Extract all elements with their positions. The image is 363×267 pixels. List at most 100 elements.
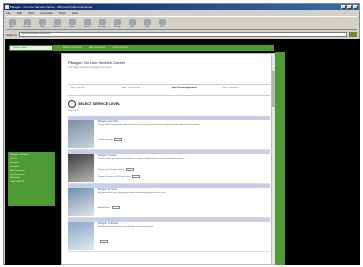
page-subtitle: Your Fleet account management center	[68, 66, 112, 69]
history-button[interactable]: History	[111, 19, 123, 28]
option-label: Add At Home	[98, 206, 110, 209]
menu-help[interactable]: Help	[72, 11, 78, 15]
step-2[interactable]: Step 2 Choose Level	[119, 85, 170, 95]
menu-edit[interactable]: Edit	[17, 11, 22, 15]
site-navbar: Pikagon Online SIGN UP FOR FREE ABOUT PI…	[9, 45, 274, 51]
service-thumbnail	[68, 120, 94, 148]
option-select[interactable]	[100, 240, 108, 243]
nav-about[interactable]: ABOUT PIKAGON	[89, 47, 106, 49]
login-line[interactable]: Need help?	[10, 177, 53, 180]
login-line: 1-800-555-0199	[10, 181, 25, 184]
close-button[interactable]	[353, 5, 358, 9]
mail-icon	[128, 19, 136, 25]
favorites-button[interactable]: Favorites	[96, 19, 108, 28]
right-rail	[275, 52, 285, 265]
page-viewport: Pikagon Online SIGN UP FOR FREE ABOUT PI…	[5, 39, 360, 265]
search-button[interactable]: Search	[81, 19, 93, 28]
mail-button[interactable]: Mail	[126, 19, 138, 28]
service-title[interactable]: Pikagon Auto Plan	[98, 120, 118, 123]
home-button[interactable]: Home	[66, 19, 78, 28]
option-select[interactable]	[126, 168, 135, 171]
option-select[interactable]	[114, 138, 123, 141]
service-option: Choose quantity	[98, 138, 123, 141]
site-nav-links: SIGN UP FOR FREE ABOUT PIKAGON HOW IT WO…	[53, 47, 128, 49]
nav-signup[interactable]: SIGN UP FOR FREE	[63, 47, 82, 49]
section-header: SELECT SERVICE LEVEL	[68, 100, 120, 108]
service-title[interactable]: Pikagon Traveler	[98, 154, 117, 157]
option-select[interactable]	[132, 175, 141, 178]
page-title: Pikagon On Line Service Center	[68, 60, 126, 65]
option-label: Sign up with Pikagon Traveler	[98, 168, 125, 171]
address-input[interactable]: http://www.pikagon.com/service/	[19, 32, 347, 37]
favorites-icon	[98, 19, 106, 25]
back-button[interactable]: Back	[6, 19, 18, 28]
progress-steps: Step 1 Sign Up Step 2 Choose Level Step …	[68, 84, 270, 96]
brand-logo[interactable]: Pikagon Online	[9, 45, 53, 51]
login-line[interactable]: LOG IN	[10, 158, 53, 161]
login-panel: Welcome to Pikagon! LOG IN Username Pass…	[8, 152, 55, 206]
print-icon	[143, 19, 151, 25]
menu-file[interactable]: File	[6, 11, 11, 15]
stop-icon	[38, 19, 46, 25]
minimize-button[interactable]	[341, 5, 346, 9]
service-description: Pikagon Auto Plan provides unlimited acc…	[98, 124, 201, 126]
login-line[interactable]: Password	[10, 166, 53, 169]
login-line: New Customers	[10, 169, 25, 172]
step-4[interactable]: Step 4 Completed	[220, 85, 271, 95]
refresh-button[interactable]: Refresh	[51, 19, 63, 28]
section-subtitle: Page 1 of 2	[68, 110, 79, 112]
edit-icon	[158, 19, 166, 25]
option-label: Choose quantity	[98, 138, 113, 141]
option-label: Pikagon Traveler at $9.95 per month	[98, 175, 131, 178]
step-1[interactable]: Step 1 Sign Up	[68, 85, 119, 95]
site-header: Pikagon Online SIGN UP FOR FREE ABOUT PI…	[5, 39, 360, 52]
print-button[interactable]: Print	[141, 19, 153, 28]
address-bar: Address http://www.pikagon.com/service/	[6, 31, 357, 38]
title-bar: Pikagon - On Line Service Center - Micro…	[4, 4, 359, 10]
page-header: Pikagon On Line Service Center Your Flee…	[68, 60, 268, 80]
menu-view[interactable]: View	[28, 11, 34, 15]
step-3[interactable]: Step 3 Service Agreement	[169, 85, 220, 95]
ie-icon	[5, 5, 9, 9]
history-icon	[113, 19, 121, 25]
menu-favorites[interactable]: Favorites	[40, 11, 52, 15]
info-icon	[68, 100, 76, 108]
window-controls	[341, 5, 358, 9]
search-icon	[83, 19, 91, 25]
stop-button[interactable]: Stop	[36, 19, 48, 28]
main-content: Pikagon On Line Service Center Your Flee…	[61, 53, 275, 265]
service-option: Add At Home	[98, 206, 120, 209]
list-item: Pikagon At Home At Home makes route plann…	[68, 184, 270, 218]
browser-window: Pikagon - On Line Service Center - Micro…	[3, 3, 360, 265]
service-description: Unlimited package bundles every Pikagon …	[98, 226, 154, 228]
list-item: Pikagon Unlimited Unlimited package bundl…	[68, 218, 270, 252]
menu-bar: File Edit View Favorites Tools Help	[6, 11, 78, 15]
login-line[interactable]: Username	[10, 162, 53, 165]
maximize-button[interactable]	[347, 5, 352, 9]
service-description: Traveler keeps you connected while you a…	[98, 158, 185, 160]
service-description: At Home makes route planning an efficien…	[98, 192, 166, 194]
service-title[interactable]: Pikagon At Home	[98, 188, 117, 191]
nav-how-it-works[interactable]: HOW IT WORKS	[112, 47, 127, 49]
address-label: Address	[6, 32, 18, 37]
edit-button[interactable]: Edit	[156, 19, 168, 28]
menu-tools[interactable]: Tools	[59, 11, 66, 15]
service-thumbnail	[68, 222, 94, 250]
refresh-icon	[53, 19, 61, 25]
forward-button[interactable]: Forward	[21, 19, 33, 28]
list-item: Pikagon Traveler Traveler keeps you conne…	[68, 150, 270, 184]
back-icon	[8, 19, 16, 25]
toolbar: Back Forward Stop Refresh Home Search Fa…	[6, 16, 357, 30]
service-list: Pikagon Auto Plan Pikagon Auto Plan provi…	[68, 116, 270, 252]
service-thumbnail	[68, 154, 94, 182]
service-option: Pikagon Traveler at $9.95 per month	[98, 175, 141, 178]
forward-icon	[23, 19, 31, 25]
service-title[interactable]: Pikagon Unlimited	[98, 222, 118, 225]
option-select[interactable]	[111, 206, 120, 209]
login-line[interactable]: Click here to join	[10, 174, 53, 177]
login-line: Welcome to Pikagon!	[10, 154, 29, 156]
service-option: Sign up with Pikagon Traveler	[98, 168, 135, 171]
service-option	[98, 240, 108, 243]
home-icon	[68, 19, 76, 25]
go-button[interactable]	[349, 32, 357, 37]
